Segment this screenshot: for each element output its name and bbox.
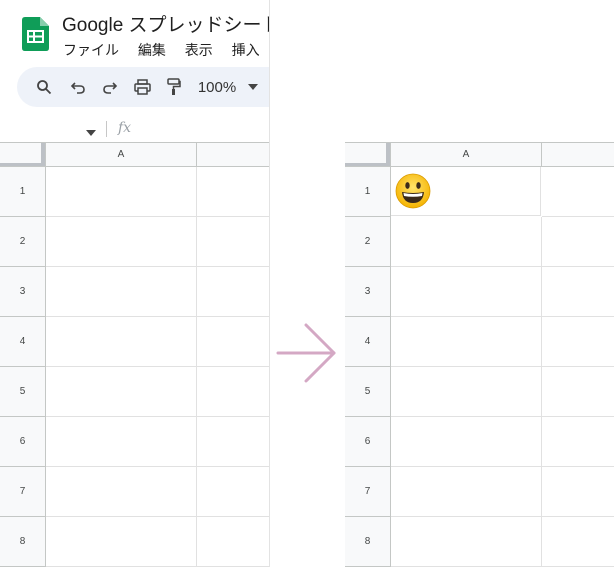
cell-b8[interactable] [197, 517, 269, 567]
row-header-7[interactable]: 7 [0, 467, 46, 517]
cell-a5[interactable] [391, 367, 542, 417]
grid-before: A12345678 [0, 142, 269, 567]
cell-a2[interactable] [46, 217, 197, 267]
row-header-4[interactable]: 4 [0, 317, 46, 367]
cell-b2[interactable] [542, 217, 614, 267]
cell-a1[interactable] [46, 167, 197, 217]
cell-b2[interactable] [197, 217, 269, 267]
select-all-corner[interactable] [0, 143, 46, 167]
cell-b8[interactable] [542, 517, 614, 567]
zoom-value: 100% [197, 78, 237, 96]
chevron-down-icon[interactable] [245, 67, 261, 107]
cell-a4[interactable] [391, 317, 542, 367]
row-header-2[interactable]: 2 [345, 217, 391, 267]
cell-b3[interactable] [197, 267, 269, 317]
cell-b6[interactable] [197, 417, 269, 467]
cell-b5[interactable] [197, 367, 269, 417]
cell-a7[interactable] [46, 467, 197, 517]
sheets-window-before: Google スプレッドシート ファイル 編集 表示 挿入 100% fx A … [0, 0, 270, 567]
cell-b7[interactable] [542, 467, 614, 517]
row-header-8[interactable]: 8 [0, 517, 46, 567]
row-header-6[interactable]: 6 [0, 417, 46, 467]
fx-icon: fx [118, 120, 132, 136]
undo-icon[interactable] [66, 67, 90, 107]
cell-b4[interactable] [542, 317, 614, 367]
cell-a2[interactable] [391, 217, 542, 267]
row-header-2[interactable]: 2 [0, 217, 46, 267]
cell-b5[interactable] [542, 367, 614, 417]
column-header-a[interactable]: A [391, 143, 542, 167]
row-header-1[interactable]: 1 [0, 167, 46, 217]
row-header-7[interactable]: 7 [345, 467, 391, 517]
sheets-window-after: A12345678 [345, 142, 614, 567]
print-icon[interactable] [130, 67, 154, 107]
transition-arrow-icon [276, 322, 338, 389]
menu-insert[interactable]: 挿入 [232, 40, 260, 60]
cell-a3[interactable] [391, 267, 542, 317]
menu-bar: ファイル 編集 表示 挿入 [63, 40, 269, 60]
column-header-b[interactable] [542, 143, 614, 167]
row-header-3[interactable]: 3 [0, 267, 46, 317]
cell-b4[interactable] [197, 317, 269, 367]
cell-a8[interactable] [391, 517, 542, 567]
paint-format-icon[interactable] [162, 67, 186, 107]
menu-file[interactable]: ファイル [63, 40, 119, 60]
cell-b7[interactable] [197, 467, 269, 517]
cell-b3[interactable] [542, 267, 614, 317]
cell-a6[interactable] [46, 417, 197, 467]
sheets-logo-icon[interactable] [22, 17, 49, 51]
app-title[interactable]: Google スプレッドシート [62, 10, 269, 37]
search-icon[interactable] [32, 67, 56, 107]
redo-icon[interactable] [98, 67, 122, 107]
row-header-8[interactable]: 8 [345, 517, 391, 567]
cell-a3[interactable] [46, 267, 197, 317]
cell-a8[interactable] [46, 517, 197, 567]
row-header-6[interactable]: 6 [345, 417, 391, 467]
row-header-5[interactable]: 5 [0, 367, 46, 417]
column-header-b[interactable] [197, 143, 269, 167]
cell-a1[interactable] [391, 167, 541, 216]
formula-bar-divider [106, 121, 107, 137]
cell-b1[interactable] [197, 167, 269, 217]
cell-b1[interactable] [542, 167, 614, 217]
menu-edit[interactable]: 編集 [138, 40, 166, 60]
menu-view[interactable]: 表示 [185, 40, 213, 60]
column-header-a[interactable]: A [46, 143, 197, 167]
row-header-3[interactable]: 3 [345, 267, 391, 317]
zoom-selector[interactable]: 100% [197, 67, 237, 107]
row-header-5[interactable]: 5 [345, 367, 391, 417]
cell-a4[interactable] [46, 317, 197, 367]
cell-b6[interactable] [542, 417, 614, 467]
cell-a6[interactable] [391, 417, 542, 467]
cell-a5[interactable] [46, 367, 197, 417]
grinning-face-emoji-icon [395, 173, 431, 209]
row-header-4[interactable]: 4 [345, 317, 391, 367]
name-box-dropdown-icon[interactable] [86, 123, 96, 141]
grid-after: A12345678 [345, 142, 614, 567]
cell-a7[interactable] [391, 467, 542, 517]
row-header-1[interactable]: 1 [345, 167, 391, 217]
app-header: Google スプレッドシート ファイル 編集 表示 挿入 [0, 0, 269, 66]
select-all-corner[interactable] [345, 143, 391, 167]
toolbar: 100% [17, 67, 269, 107]
formula-bar: fx [0, 115, 269, 143]
